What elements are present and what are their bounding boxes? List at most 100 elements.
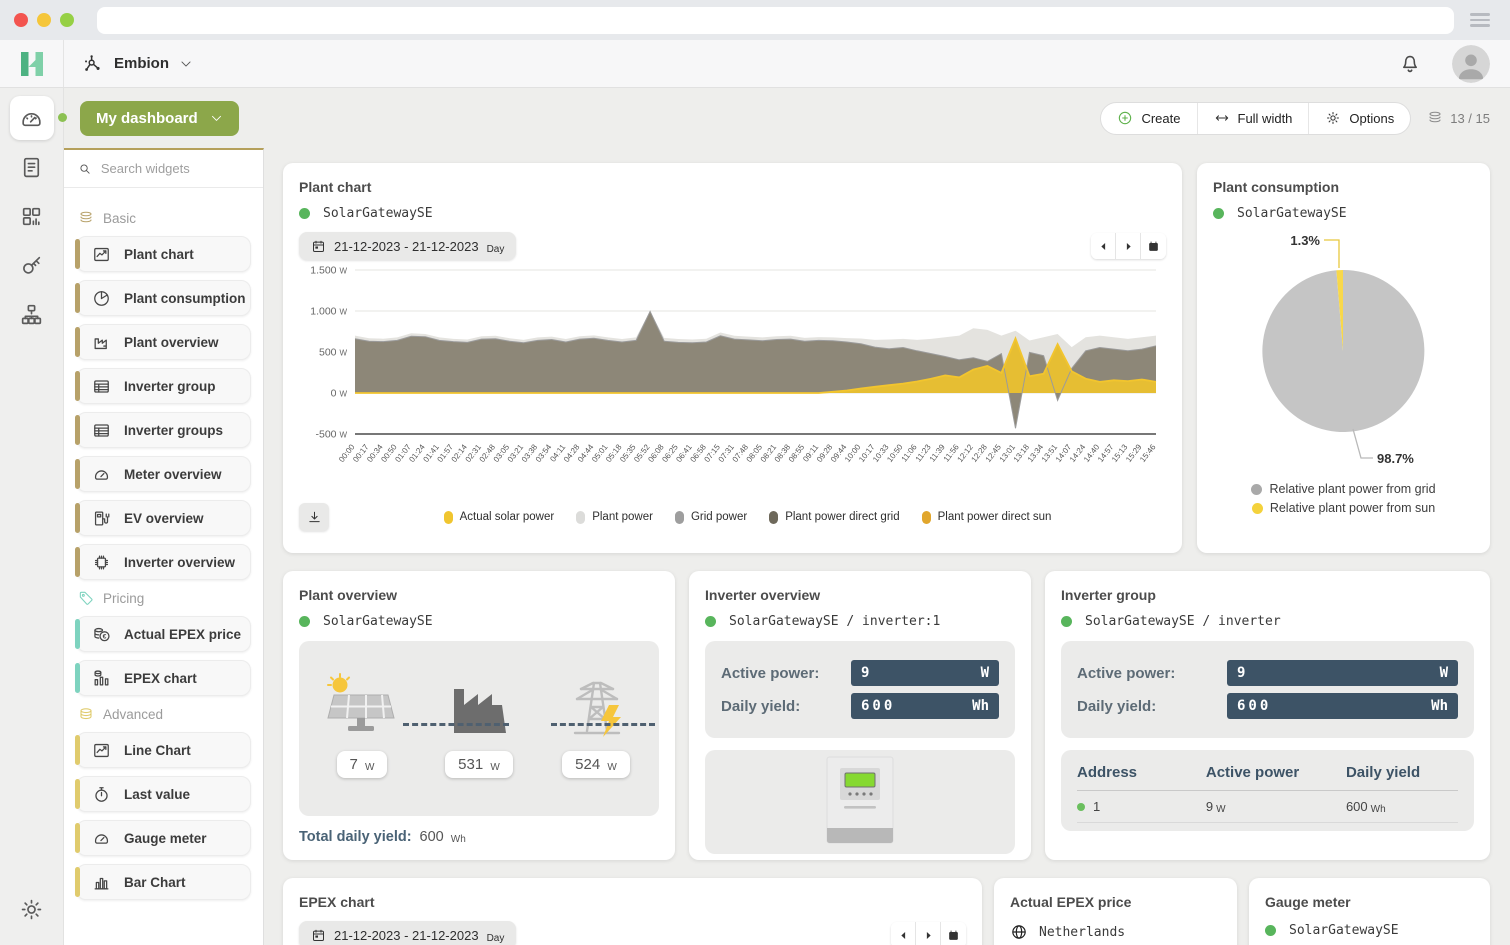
widget-plant-consumption: Plant consumption SolarGatewaySE 1.3%98.… [1197,163,1490,553]
key-icon [19,253,44,278]
sidebar-item-meter-overview[interactable]: Meter overview [76,456,251,492]
chevron-down-icon [210,112,223,125]
download-button[interactable] [299,503,329,531]
item-accent [75,823,80,853]
nav-access-keys[interactable] [10,243,54,287]
widget-title: Inverter overview [705,587,1015,603]
item-accent [75,415,80,445]
traffic-light-zoom[interactable] [60,13,74,27]
svg-text:-500 W: -500 W [316,429,348,441]
download-icon [307,510,322,525]
sidebar-item-last-value[interactable]: Last value [76,776,251,812]
date-range-picker[interactable]: 21-12-2023 - 21-12-2023 Day [299,232,516,260]
widget-title: Plant overview [299,587,659,603]
search-icon [78,161,92,177]
bars-icon [92,873,111,892]
inverter-table: Address Active power Daily yield 1 9W 60… [1061,750,1474,831]
create-button[interactable]: Create [1101,103,1197,134]
date-range-picker[interactable]: 21-12-2023 - 21-12-2023 Day [299,921,516,945]
legend-item[interactable]: Relative plant power from grid [1251,482,1435,496]
calendar-icon [311,928,326,943]
power-tower-icon [563,661,629,739]
ev-icon [92,509,111,528]
active-power-value: 9W [1227,660,1458,686]
table-row[interactable]: 1 9W 600Wh [1077,791,1458,823]
full-width-button[interactable]: Full width [1198,103,1310,134]
date-nav-group [891,922,966,945]
item-accent [75,239,80,269]
sidebar-item-bar-chart[interactable]: Bar Chart [76,864,251,900]
calendar-today-icon [1147,240,1160,253]
sidebar-item-gauge-meter[interactable]: Gauge meter [76,820,251,856]
prev-period-button[interactable] [891,922,916,945]
widget-plant-overview: Plant overview SolarGatewaySE [283,571,675,860]
org-name: Embion [114,55,169,72]
widget-title: Inverter group [1061,587,1474,603]
sidebar-item-inverter-groups[interactable]: Inverter groups [76,412,251,448]
nav-documents[interactable] [10,145,54,189]
user-avatar[interactable] [1452,45,1490,83]
prev-period-button[interactable] [1091,233,1116,259]
nav-topology[interactable] [10,292,54,336]
solar-node: 7 W [321,661,403,816]
sidebar-item-actual-epex-price[interactable]: €Actual EPEX price [76,616,251,652]
dashboard-toolbar: My dashboard Create Full width [64,88,1510,148]
arrows-horizontal-icon [1214,110,1230,126]
legend-dot [769,511,778,524]
sidebar-item-plant-chart[interactable]: Plant chart [76,236,251,272]
col-daily-yield: Daily yield [1346,764,1458,781]
url-bar[interactable] [97,7,1454,34]
nav-dashboards[interactable] [10,96,54,140]
device-name: SolarGatewaySE [323,206,433,221]
traffic-light-minimize[interactable] [37,13,51,27]
dashboard-selector-button[interactable]: My dashboard [80,101,239,136]
sidebar-item-plant-overview[interactable]: Plant overview [76,324,251,360]
arrow-right-icon [1122,240,1135,253]
device-name: SolarGatewaySE / inverter [1085,614,1281,629]
nav-widgets[interactable] [10,194,54,238]
sidebar-item-inverter-overview[interactable]: Inverter overview [76,544,251,580]
item-accent [75,283,80,313]
chevron-down-icon [179,57,193,71]
pie-icon [92,289,111,308]
legend-item[interactable]: Plant power direct grid [769,511,899,524]
svg-text:500 W: 500 W [319,347,347,359]
item-accent [75,503,80,533]
legend-item[interactable]: Plant power direct sun [922,511,1052,524]
app-logo[interactable] [0,40,64,87]
next-period-button[interactable] [916,922,941,945]
notifications-bell-icon[interactable] [1398,52,1422,76]
sidebar-item-inverter-group[interactable]: Inverter group [76,368,251,404]
browser-menu-icon[interactable] [1470,13,1490,27]
next-period-button[interactable] [1116,233,1141,259]
sidebar-item-plant-consumption[interactable]: Plant consumption [76,280,251,316]
org-switcher[interactable]: Embion [82,53,193,75]
total-daily-yield-value: 600 Wh [420,829,466,845]
dashboard-gauge-icon [19,106,44,131]
today-button[interactable] [941,922,966,945]
legend-item[interactable]: Relative plant power from sun [1252,501,1435,515]
legend-item[interactable]: Actual solar power [444,511,555,524]
traffic-light-close[interactable] [14,13,28,27]
today-button[interactable] [1141,233,1166,259]
svg-text:1.500 W: 1.500 W [310,265,347,277]
sidebar-item-line-chart[interactable]: Line Chart [76,732,251,768]
daily-yield-label: Daily yield: [1077,698,1227,715]
consumption-pie-chart: 1.3%98.7% [1213,221,1474,473]
sitemap-icon [19,302,44,327]
legend-item[interactable]: Grid power [675,511,747,524]
widgets-grid-icon [19,204,44,229]
col-active-power: Active power [1206,764,1346,781]
nav-settings[interactable] [10,887,54,931]
sidebar-item-ev-overview[interactable]: EV overview [76,500,251,536]
item-accent [75,779,80,809]
search-input[interactable] [101,161,249,176]
legend-item[interactable]: Plant power [576,511,653,524]
region-name: Netherlands [1039,925,1125,940]
options-button[interactable]: Options [1309,103,1410,134]
table-icon [92,421,111,440]
status-dot [705,616,716,627]
inverter-illustration [705,750,1015,854]
item-accent [75,663,80,693]
sidebar-item-epex-chart[interactable]: EPEX chart [76,660,251,696]
